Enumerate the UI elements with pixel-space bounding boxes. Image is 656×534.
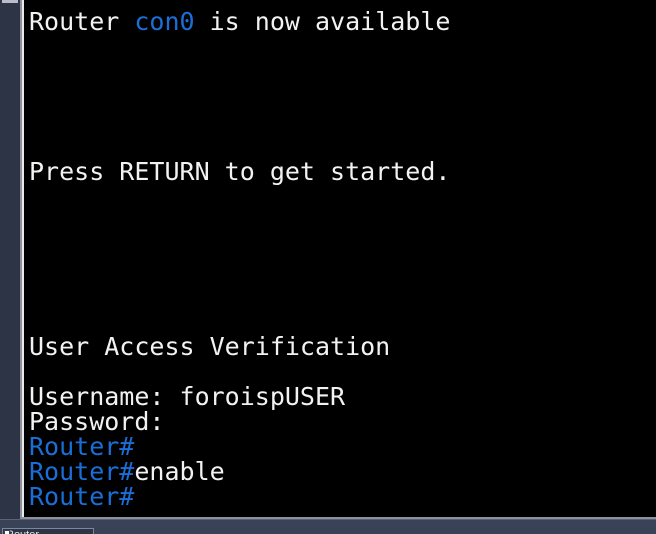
line-blank-8: [29, 234, 656, 259]
line-blank-3: [29, 84, 656, 109]
taskbar-app-icon: [4, 530, 10, 534]
terminal-text-segment: enable: [134, 457, 225, 486]
line-console-available: Router con0 is now available: [29, 9, 656, 34]
line-blank-2: [29, 59, 656, 84]
line-blank-10: [29, 284, 656, 309]
line-prompt-1: Router#: [29, 434, 656, 459]
console-window: Router con0 is now available Press RETUR…: [0, 0, 656, 534]
line-prompt-2: Router#: [29, 484, 656, 509]
line-blank-7: [29, 209, 656, 234]
window-left-panel-highlight: [2, 0, 18, 3]
terminal-screen[interactable]: Router con0 is now available Press RETUR…: [24, 0, 656, 517]
line-blank-11: [29, 309, 656, 334]
line-blank-4: [29, 109, 656, 134]
line-prompt-enable: Router#enable: [29, 459, 656, 484]
line-blank-6: [29, 184, 656, 209]
terminal-text-segment: is now available: [194, 7, 451, 36]
window-left-panel: [0, 0, 20, 519]
taskbar-item-label: Router: [6, 529, 39, 534]
terminal-output: Router con0 is now available Press RETUR…: [29, 9, 656, 509]
terminal-text-segment: Router: [29, 7, 135, 36]
terminal-text-segment: Press RETURN to get started.: [29, 157, 451, 186]
line-user-access-verification: User Access Verification: [29, 334, 656, 359]
terminal-text-segment: User Access Verification: [29, 332, 391, 361]
line-press-return: Press RETURN to get started.: [29, 159, 656, 184]
line-blank-1: [29, 34, 656, 59]
terminal-text-segment: Router#: [29, 482, 135, 511]
line-username: Username: foroispUSER: [29, 384, 656, 409]
line-password: Password:: [29, 409, 656, 434]
status-bar: Router: [0, 519, 656, 534]
line-blank-9: [29, 259, 656, 284]
line-blank-5: [29, 134, 656, 159]
terminal-text-segment: con0: [134, 7, 195, 36]
taskbar-item-router[interactable]: Router: [2, 528, 94, 534]
line-blank-12: [29, 359, 656, 384]
